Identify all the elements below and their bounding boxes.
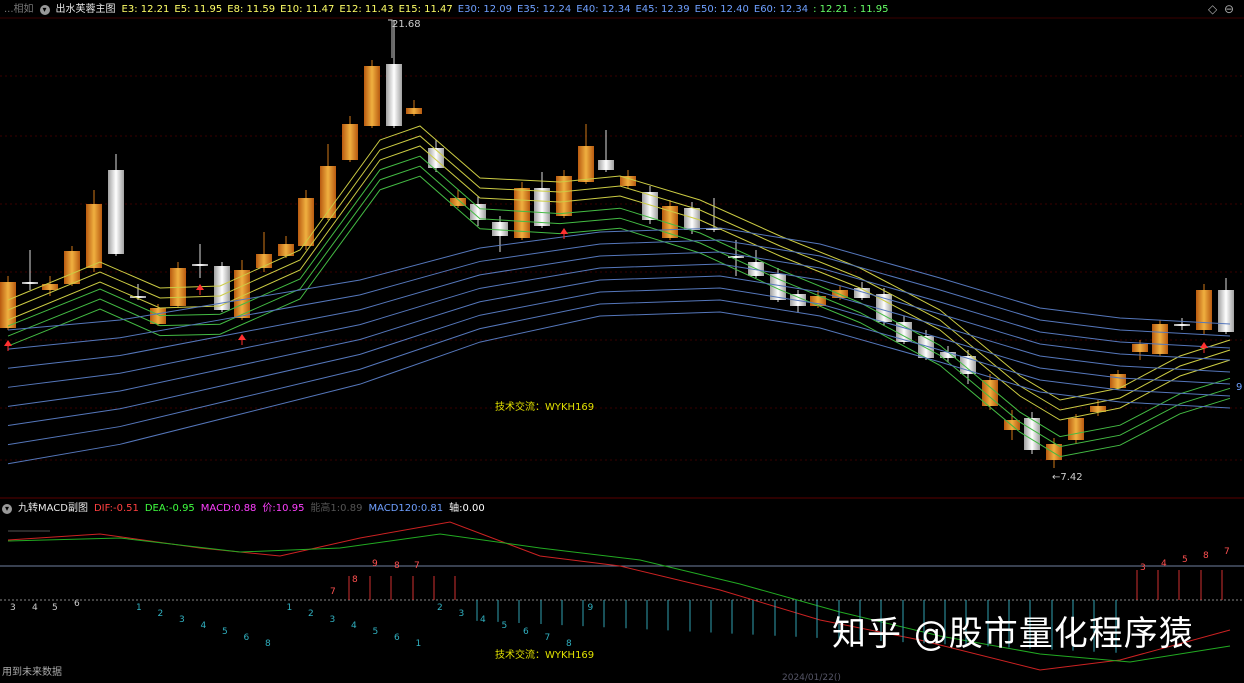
- candle-down: [534, 188, 550, 226]
- td-count-up: 4: [1161, 559, 1167, 569]
- td-count-up: 5: [52, 603, 58, 613]
- candle-down: [22, 282, 38, 284]
- candle-up: [1196, 290, 1212, 330]
- candle-up: [64, 251, 80, 284]
- future-data-note: 用到未来数据: [2, 667, 62, 678]
- td-count-down: 4: [480, 615, 486, 625]
- td-count-down: 1: [136, 603, 142, 613]
- td-count-down: 7: [545, 633, 551, 643]
- td-count-up: 8: [394, 561, 400, 571]
- td-count-up: 3: [10, 603, 16, 613]
- td-count-up: 9: [372, 559, 378, 569]
- td-count-up: 5: [1182, 555, 1188, 565]
- candle-up: [1068, 418, 1084, 440]
- ema-long-line: [7, 251, 1231, 369]
- candle-down: [598, 160, 614, 170]
- buy-arrow-icon: [1200, 342, 1208, 348]
- td-count-down: 2: [308, 609, 314, 619]
- td-count-down: 6: [244, 633, 250, 643]
- candle-up: [1132, 344, 1148, 352]
- buy-arrow-icon: [560, 228, 568, 234]
- td-count-down: 2: [158, 609, 164, 619]
- td-count-up: 8: [1203, 551, 1209, 561]
- td-count-down: 5: [373, 627, 379, 637]
- td-count-down: 3: [179, 615, 185, 625]
- candle-up: [578, 146, 594, 182]
- td-count-down: 3: [330, 615, 336, 625]
- ema-long-line: [7, 275, 1231, 407]
- date-cursor-label: 2024/01/22(): [782, 673, 841, 683]
- right-edge-marker: 9: [1236, 382, 1243, 393]
- candle-up: [620, 176, 636, 186]
- td-count-down: 4: [351, 621, 357, 631]
- td-count-down: 4: [201, 621, 207, 631]
- candle-down: [1174, 324, 1190, 326]
- candle-up: [342, 124, 358, 160]
- candle-up: [320, 166, 336, 218]
- td-count-down: 6: [394, 633, 400, 643]
- high-price-label: 21.68: [392, 19, 421, 30]
- contact-text-sub: 技术交流：WYKH169: [495, 650, 595, 661]
- td-count-down: 2: [437, 603, 443, 613]
- candle-down: [192, 264, 208, 266]
- candle-up: [298, 198, 314, 246]
- td-count-up: 7: [330, 587, 336, 597]
- ema-short-line: [7, 145, 1231, 421]
- td-count-down: 6: [523, 627, 529, 637]
- td-count-down: 3: [459, 609, 465, 619]
- ema-short-line: [7, 155, 1231, 438]
- candle-up: [0, 282, 16, 328]
- watermark: 知乎 @股市量化程序猿: [832, 614, 1194, 654]
- td-count-up: 4: [32, 603, 38, 613]
- candle-down: [1218, 290, 1234, 332]
- td-count-up: 3: [1140, 563, 1146, 573]
- td-count-down: 1: [287, 603, 293, 613]
- buy-arrow-icon: [238, 334, 246, 340]
- candle-down: [108, 170, 124, 254]
- td-count-down: 9: [588, 603, 594, 613]
- td-count-down: 8: [265, 639, 271, 649]
- td-count-down: 1: [416, 639, 422, 649]
- td-count-up: 8: [352, 575, 358, 585]
- td-count-up: 7: [414, 561, 420, 571]
- buy-arrow-icon: [4, 340, 12, 346]
- candle-up: [406, 108, 422, 114]
- candle-up: [1152, 324, 1168, 354]
- ema-long-line: [7, 299, 1231, 446]
- candle-down: [386, 64, 402, 126]
- low-price-label: ←7.42: [1052, 472, 1083, 483]
- td-count-down: 5: [502, 621, 508, 631]
- candle-down: [492, 222, 508, 236]
- candlestick-chart[interactable]: 3 4 5 6789 8 712345681234561234567893 4 5 8 7: [0, 0, 1244, 681]
- td-count-up: 7: [1224, 547, 1230, 557]
- contact-text-main: 技术交流：WYKH169: [495, 402, 595, 413]
- td-count-down: 5: [222, 627, 228, 637]
- td-count-up: 6: [74, 599, 80, 609]
- candle-up: [86, 204, 102, 268]
- candle-up: [364, 66, 380, 126]
